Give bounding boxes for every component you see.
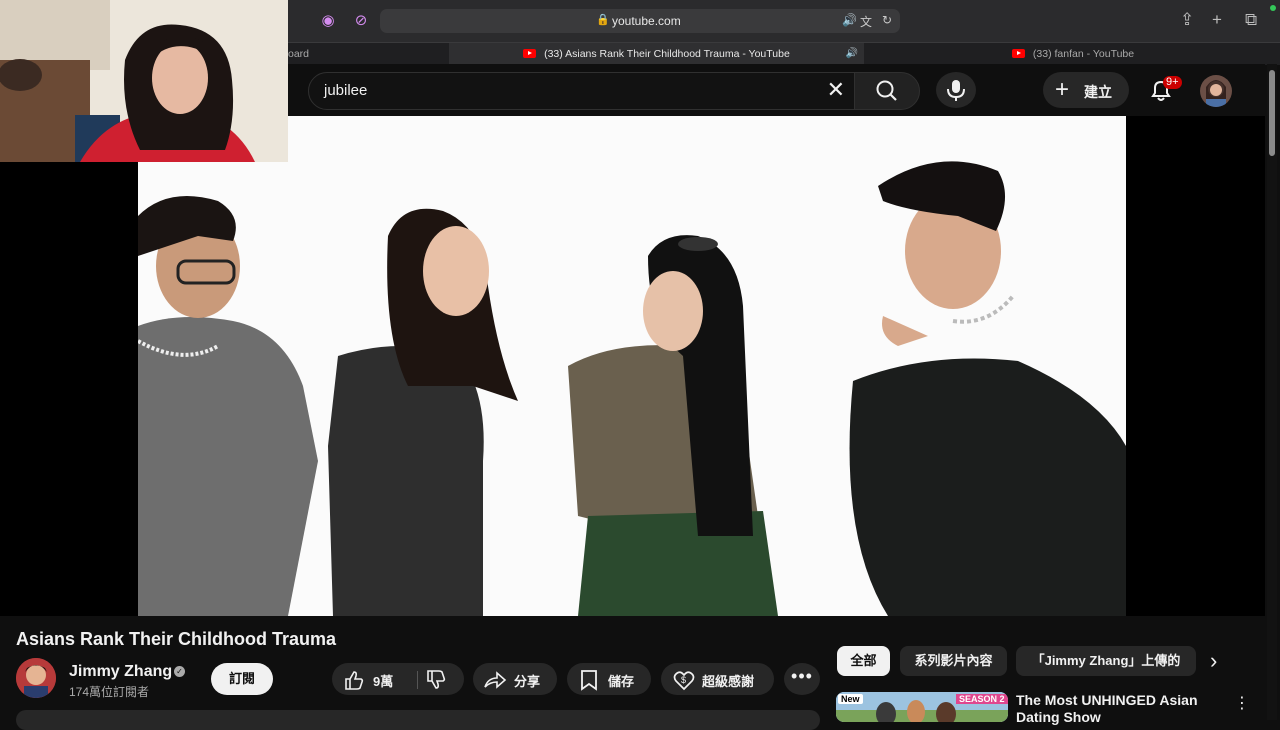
video-frame[interactable] <box>138 116 1126 616</box>
voice-search-button[interactable] <box>936 72 976 108</box>
recommendation-menu-icon[interactable]: ⋮ <box>1234 693 1250 713</box>
page-scrollbar[interactable] <box>1267 64 1277 720</box>
dislike-icon[interactable] <box>425 669 447 691</box>
video-player[interactable] <box>0 116 1265 616</box>
chevron-right-icon[interactable]: › <box>1210 648 1217 674</box>
video-title: Asians Rank Their Childhood Trauma <box>16 629 337 649</box>
description-box[interactable] <box>16 710 820 730</box>
youtube-header: jubilee ✕ + 建立 9+ <box>288 64 1265 116</box>
search-icon <box>876 80 897 101</box>
super-thanks-icon: $ <box>673 671 695 691</box>
channel-name[interactable]: Jimmy Zhang <box>69 663 172 681</box>
chip-channel-uploads[interactable]: 「Jimmy Zhang」上傳的 <box>1016 646 1196 676</box>
create-label: 建立 <box>1084 84 1112 100</box>
like-divider <box>417 671 418 689</box>
speaker-icon[interactable]: 🔊 <box>842 13 857 27</box>
share-icon[interactable]: ⇪ <box>1180 10 1194 30</box>
search-box[interactable]: jubilee ✕ <box>308 72 856 110</box>
super-thanks-label: 超級感謝 <box>702 674 755 689</box>
clear-search-icon[interactable]: ✕ <box>827 77 845 103</box>
season-badge: SEASON 2 <box>956 694 1008 704</box>
chip-all[interactable]: 全部 <box>837 646 890 676</box>
lock-icon: 🔒 <box>596 14 610 26</box>
tab-label: oard <box>288 48 310 60</box>
tab-label: (33) fanfan - YouTube <box>1032 48 1135 60</box>
more-actions-button[interactable]: ••• <box>784 663 820 695</box>
super-thanks-button[interactable]: $ 超級感謝 <box>661 663 774 695</box>
save-label: 儲存 <box>608 674 635 689</box>
address-url: youtube.com <box>612 14 681 28</box>
channel-avatar[interactable] <box>16 658 56 698</box>
new-tab-icon[interactable]: + <box>1212 10 1222 30</box>
block-extension-icon[interactable]: ⊘ <box>351 11 371 31</box>
create-button[interactable]: + 建立 <box>1043 72 1129 108</box>
share-arrow-icon <box>484 671 507 689</box>
account-avatar[interactable] <box>1200 75 1232 107</box>
search-input[interactable]: jubilee <box>324 82 367 99</box>
subscribe-button[interactable]: 訂閱 <box>211 663 273 695</box>
mic-icon <box>947 80 965 101</box>
plus-icon: + <box>1055 76 1070 103</box>
tab-item[interactable]: (33) fanfan - YouTube <box>1012 43 1272 65</box>
chip-series[interactable]: 系列影片內容 <box>900 646 1007 676</box>
extension-icon[interactable]: ◉ <box>318 11 338 31</box>
save-button[interactable]: 儲存 <box>567 663 651 695</box>
scrollbar-thumb[interactable] <box>1269 70 1275 156</box>
notification-badge: 9+ <box>1163 76 1182 89</box>
recording-indicator <box>1270 5 1276 11</box>
youtube-favicon-icon <box>523 49 537 58</box>
tab-overview-icon[interactable]: ⧉ <box>1245 10 1257 30</box>
share-button[interactable]: 分享 <box>473 663 557 695</box>
tab-audio-icon[interactable]: 🔊 <box>846 43 858 65</box>
recommendation-title[interactable]: The Most UNHINGED Asian Dating Show <box>1016 692 1226 726</box>
address-bar[interactable]: 🔒 youtube.com 🔊 文 ↻ <box>380 9 900 33</box>
bookmark-icon <box>581 670 597 691</box>
tab-label: (33) Asians Rank Their Childhood Trauma … <box>544 48 790 60</box>
like-count[interactable]: 9萬 <box>373 671 393 690</box>
like-icon[interactable] <box>343 669 365 691</box>
verified-badge-icon: ✓ <box>174 666 185 677</box>
translate-icon[interactable]: 文 <box>860 13 872 30</box>
webcam-overlay <box>0 0 288 162</box>
like-dislike-group: 9萬 <box>332 663 464 695</box>
reload-icon[interactable]: ↻ <box>882 13 892 27</box>
subscriber-count: 174萬位訂閱者 <box>69 685 150 699</box>
new-badge: New <box>838 694 863 704</box>
recommendation-thumbnail[interactable]: New SEASON 2 <box>836 692 1008 722</box>
tab-item[interactable]: oard <box>288 43 448 65</box>
youtube-favicon-icon <box>1012 49 1025 58</box>
share-label: 分享 <box>514 674 541 689</box>
search-button[interactable] <box>854 72 920 110</box>
svg-text:$: $ <box>681 675 686 685</box>
tab-active[interactable]: (33) Asians Rank Their Childhood Trauma … <box>449 43 864 65</box>
